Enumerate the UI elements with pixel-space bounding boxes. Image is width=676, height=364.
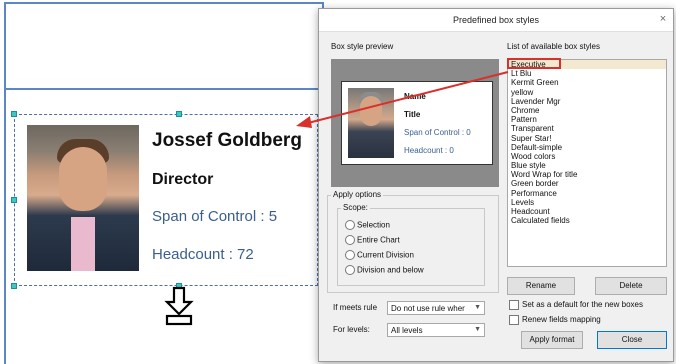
employee-title[interactable]: Director (152, 171, 213, 189)
for-levels-select[interactable]: All levels ▼ (387, 323, 485, 337)
style-list-item[interactable]: Lavender Mgr (508, 97, 666, 106)
dialog-title: Predefined box styles (452, 15, 540, 25)
renew-fields-checkbox[interactable]: Renew fields mapping (509, 315, 601, 327)
style-list-item[interactable]: Headcount (508, 207, 666, 216)
for-levels-label: For levels: (333, 325, 370, 334)
close-icon[interactable]: × (657, 13, 669, 25)
apply-format-button[interactable]: Apply format (521, 331, 583, 349)
scope-label: Scope: (341, 203, 370, 212)
preview-card: Name Title Span of Control : 0 Headcount… (341, 81, 493, 165)
style-list-item[interactable]: Pattern (508, 115, 666, 124)
selected-style-highlight (507, 58, 561, 69)
apply-options-label: Apply options (331, 190, 384, 199)
style-list-item[interactable]: Levels (508, 198, 666, 207)
if-meets-rule-select[interactable]: Do not use rule wher ▼ (387, 301, 485, 315)
delete-button[interactable]: Delete (595, 277, 667, 295)
preview-span: Span of Control : 0 (404, 128, 471, 137)
box-styles-list[interactable]: Executive Lt Blu Kermit Green yellow Lavende… (507, 59, 667, 267)
preview-headcount: Headcount : 0 (404, 146, 454, 155)
style-list-item[interactable]: Performance (508, 189, 666, 198)
preview-title: Title (404, 110, 421, 119)
box-style-preview: Name Title Span of Control : 0 Headcount… (331, 59, 499, 187)
resize-handle-top-left[interactable] (11, 111, 17, 117)
predefined-box-styles-dialog: Predefined box styles × Box style previe… (318, 8, 674, 362)
dialog-titlebar[interactable]: Predefined box styles × (319, 9, 673, 32)
employee-name[interactable]: Jossef Goldberg (152, 130, 302, 152)
span-of-control: Span of Control : 5 (152, 208, 278, 225)
style-list-item[interactable]: Wood colors (508, 152, 666, 161)
scope-division-below-radio[interactable]: Division and below (345, 265, 424, 277)
employee-photo (27, 125, 139, 271)
canvas-left-border (4, 90, 6, 364)
style-list-item[interactable]: Word Wrap for title (508, 170, 666, 179)
preview-label: Box style preview (331, 42, 394, 51)
resize-handle-left[interactable] (11, 197, 17, 203)
expand-down-arrow-icon[interactable] (164, 286, 194, 326)
styles-list-label: List of available box styles (507, 42, 600, 51)
chevron-down-icon: ▼ (474, 304, 481, 311)
set-default-checkbox[interactable]: Set as a default for the new boxes (509, 300, 643, 312)
chevron-down-icon: ▼ (474, 326, 481, 333)
canvas-top-frame (4, 2, 324, 88)
if-meets-rule-label: If meets rule (333, 303, 378, 312)
style-list-item[interactable]: Calculated fields (508, 216, 666, 225)
scope-entire-chart-radio[interactable]: Entire Chart (345, 235, 400, 247)
close-button[interactable]: Close (597, 331, 667, 349)
style-list-item[interactable]: Default-simple (508, 143, 666, 152)
canvas-divider (4, 88, 322, 90)
style-list-item[interactable]: Transparent (508, 124, 666, 133)
style-list-item[interactable]: Chrome (508, 106, 666, 115)
scope-current-division-radio[interactable]: Current Division (345, 250, 414, 262)
style-list-item[interactable]: Lt Blu (508, 69, 666, 78)
rename-button[interactable]: Rename (507, 277, 575, 295)
resize-handle-top[interactable] (176, 111, 182, 117)
preview-name: Name (404, 92, 426, 101)
style-list-item[interactable]: Blue style (508, 161, 666, 170)
style-list-item[interactable]: Green border (508, 179, 666, 188)
style-list-item[interactable]: Kermit Green (508, 78, 666, 87)
style-list-item[interactable]: yellow (508, 88, 666, 97)
scope-selection-radio[interactable]: Selection (345, 220, 390, 232)
headcount: Headcount : 72 (152, 246, 254, 263)
preview-photo (348, 88, 394, 158)
resize-handle-bottom-left[interactable] (11, 283, 17, 289)
style-list-item[interactable]: Super Star! (508, 134, 666, 143)
